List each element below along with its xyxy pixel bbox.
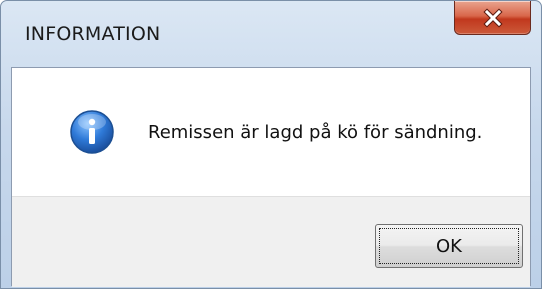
title-bar[interactable]: INFORMATION xyxy=(1,1,541,67)
close-button[interactable] xyxy=(454,1,531,35)
ok-button-label: OK xyxy=(436,235,462,257)
message-area: Remissen är lagd på kö för sändning. xyxy=(12,68,530,196)
close-icon xyxy=(482,7,503,28)
dialog-message: Remissen är lagd på kö för sändning. xyxy=(148,122,483,143)
ok-button[interactable]: OK xyxy=(375,224,523,268)
dialog-client-area: Remissen är lagd på kö för sändning. OK xyxy=(11,67,531,287)
message-dialog-window: INFORMATION Remissen är lagd på kö för s… xyxy=(0,0,542,289)
information-icon xyxy=(70,110,114,154)
dialog-title: INFORMATION xyxy=(25,23,161,45)
button-bar: OK xyxy=(12,196,530,287)
